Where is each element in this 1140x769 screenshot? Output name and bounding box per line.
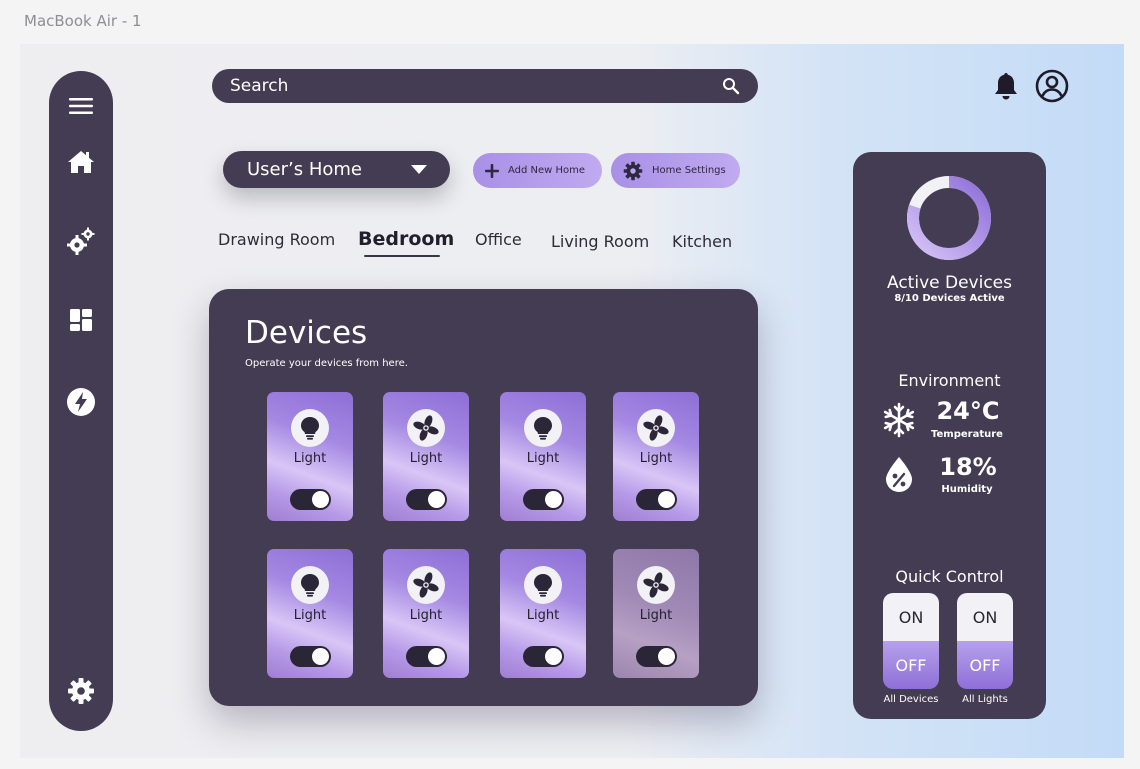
energy-icon[interactable] <box>65 386 97 418</box>
search-input[interactable] <box>230 76 722 96</box>
chevron-down-icon <box>410 164 428 175</box>
device-toggle[interactable] <box>290 646 331 667</box>
device-card[interactable]: Light <box>383 392 469 521</box>
device-label: Light <box>409 608 443 623</box>
gears-icon[interactable] <box>65 225 97 257</box>
all-lights-on-button[interactable]: ON <box>957 593 1013 641</box>
all-lights-switch[interactable]: ON OFF <box>957 593 1013 689</box>
device-label: Light <box>526 451 560 466</box>
search-icon[interactable] <box>722 77 740 95</box>
bulb-icon <box>524 566 562 604</box>
tab-kitchen[interactable]: Kitchen <box>672 232 732 251</box>
bell-icon[interactable] <box>990 70 1022 102</box>
all-devices-label: All Devices <box>883 694 939 705</box>
home-settings-button[interactable]: Home Settings <box>611 153 740 188</box>
devices-panel: Devices Operate your devices from here. … <box>209 289 758 706</box>
active-devices-count: 8/10 Devices Active <box>894 293 1005 304</box>
home-select-value: User’s Home <box>247 159 363 180</box>
device-card[interactable]: Light <box>267 392 353 521</box>
quick-control-title: Quick Control <box>895 567 1004 586</box>
frame-label: MacBook Air - 1 <box>24 12 142 30</box>
status-panel: Active Devices 8/10 Devices Active Envir… <box>853 152 1046 719</box>
device-card[interactable]: Light <box>613 392 699 521</box>
menu-icon[interactable] <box>65 90 97 122</box>
active-devices-ring <box>907 176 991 260</box>
device-label: Light <box>639 451 673 466</box>
tab-living-room[interactable]: Living Room <box>551 232 649 251</box>
tab-drawing-room[interactable]: Drawing Room <box>218 230 335 249</box>
user-icon[interactable] <box>1034 68 1070 104</box>
device-card[interactable]: Light <box>500 549 586 678</box>
bulb-icon <box>291 409 329 447</box>
gear-icon <box>623 161 643 181</box>
snowflake-icon <box>881 402 917 442</box>
add-new-home-button[interactable]: Add New Home <box>473 153 602 188</box>
device-card[interactable]: Light <box>267 549 353 678</box>
fan-icon <box>407 409 445 447</box>
tab-bedroom[interactable]: Bedroom <box>358 228 454 250</box>
search-bar <box>212 69 758 103</box>
device-toggle[interactable] <box>523 646 564 667</box>
device-toggle[interactable] <box>636 489 677 510</box>
device-card[interactable]: Light <box>613 549 699 678</box>
active-tab-underline <box>364 255 440 257</box>
all-devices-switch[interactable]: ON OFF <box>883 593 939 689</box>
device-toggle[interactable] <box>406 489 447 510</box>
all-lights-off-button[interactable]: OFF <box>957 641 1013 689</box>
humidity-icon <box>883 455 915 497</box>
fan-icon <box>407 566 445 604</box>
all-devices-on-button[interactable]: ON <box>883 593 939 641</box>
device-label: Light <box>293 451 327 466</box>
home-settings-label: Home Settings <box>652 165 726 176</box>
home-select[interactable]: User’s Home <box>223 151 450 188</box>
active-devices-title: Active Devices <box>887 273 1012 293</box>
device-toggle[interactable] <box>636 646 677 667</box>
humidity-label: Humidity <box>941 484 993 495</box>
tab-office[interactable]: Office <box>475 230 522 249</box>
bulb-icon <box>291 566 329 604</box>
all-lights-label: All Lights <box>962 694 1008 705</box>
device-label: Light <box>293 608 327 623</box>
add-new-home-label: Add New Home <box>508 165 586 176</box>
devices-subtitle: Operate your devices from here. <box>245 358 408 369</box>
device-label: Light <box>526 608 560 623</box>
environment-title: Environment <box>898 371 1001 390</box>
bulb-icon <box>524 409 562 447</box>
fan-icon <box>637 566 675 604</box>
device-toggle[interactable] <box>290 489 331 510</box>
sidebar <box>49 71 113 731</box>
humidity-value: 18% <box>939 453 997 481</box>
device-card[interactable]: Light <box>383 549 469 678</box>
temperature-value: 24°C <box>936 397 1000 425</box>
device-card[interactable]: Light <box>500 392 586 521</box>
temperature-label: Temperature <box>931 429 1003 440</box>
fan-icon <box>637 409 675 447</box>
dashboard-icon[interactable] <box>65 304 97 336</box>
home-icon[interactable] <box>65 146 97 178</box>
settings-icon[interactable] <box>65 675 97 707</box>
device-toggle[interactable] <box>406 646 447 667</box>
device-label: Light <box>639 608 673 623</box>
devices-title: Devices <box>245 315 368 351</box>
device-label: Light <box>409 451 443 466</box>
device-toggle[interactable] <box>523 489 564 510</box>
plus-icon <box>485 163 499 178</box>
all-devices-off-button[interactable]: OFF <box>883 641 939 689</box>
